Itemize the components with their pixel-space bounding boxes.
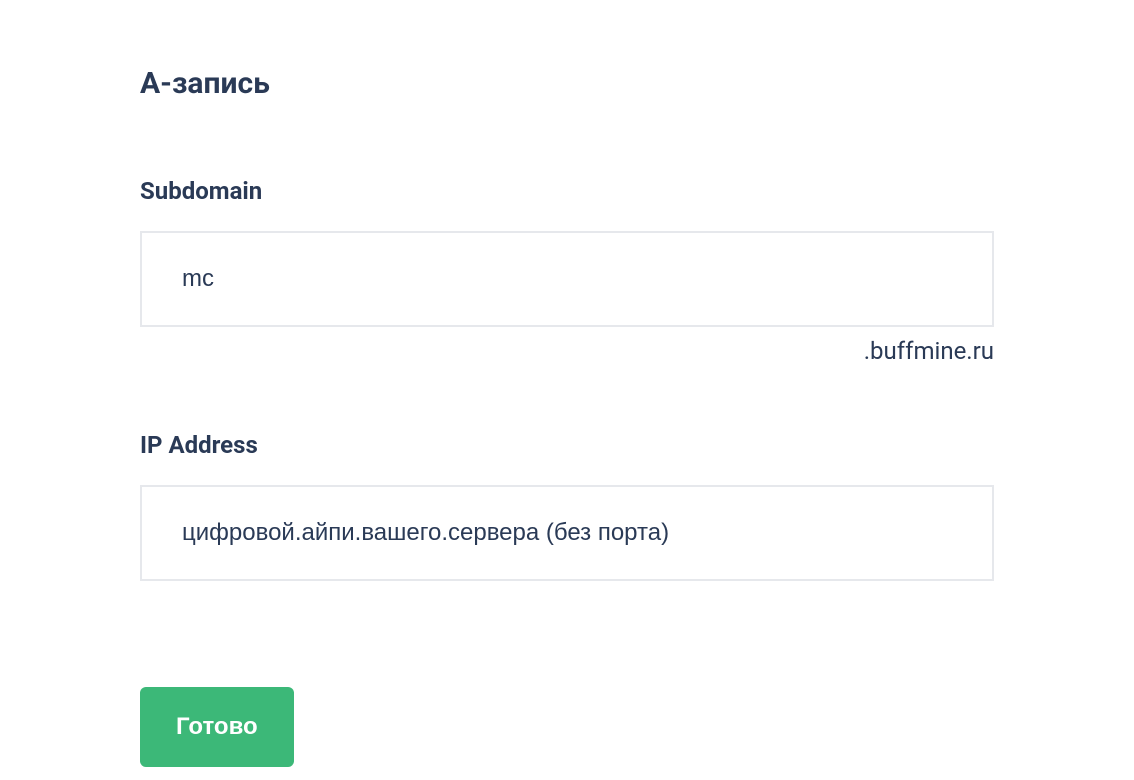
ip-input[interactable] [140,485,994,581]
ip-label: IP Address [140,431,994,459]
ip-field-group: IP Address [140,431,994,581]
subdomain-input[interactable] [140,231,994,327]
form-title: А-запись [140,66,994,101]
submit-button[interactable]: Готово [140,687,294,767]
domain-suffix: .buffmine.ru [864,337,994,365]
subdomain-suffix-row: .buffmine.ru [140,337,994,365]
subdomain-field-group: Subdomain .buffmine.ru [140,177,994,365]
subdomain-label: Subdomain [140,177,994,205]
